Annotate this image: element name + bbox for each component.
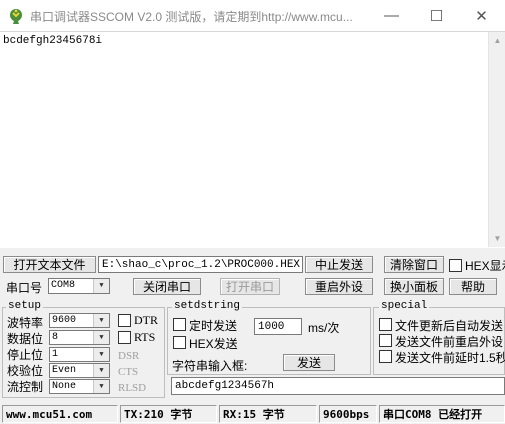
auto-send-checkbox[interactable] (379, 318, 392, 331)
interval-unit: ms/次 (308, 321, 340, 335)
close-button[interactable]: ✕ (459, 0, 504, 31)
dtr-label: DTR (134, 313, 158, 327)
stop-bits-select[interactable]: 1 ▼ (49, 347, 110, 362)
auto-send-label: 文件更新后自动发送 (395, 319, 504, 333)
help-button[interactable]: 帮助 (449, 278, 497, 295)
close-icon: ✕ (475, 7, 488, 25)
received-text: bcdefgh2345678i (3, 35, 103, 47)
rlsd-label: RLSD (118, 382, 147, 394)
reset-before-send-checkbox[interactable] (379, 334, 392, 347)
maximize-icon: ☐ (429, 7, 444, 25)
reset-before-send-label: 发送文件前重启外设 (395, 335, 504, 349)
chevron-down-icon[interactable]: ▼ (93, 279, 109, 293)
minimize-button[interactable]: — (369, 0, 414, 31)
rts-label: RTS (134, 330, 156, 344)
send-string-input[interactable]: abcdefg1234567h (171, 377, 505, 395)
small-panel-button[interactable]: 换小面板 (384, 278, 444, 295)
open-file-button[interactable]: 打开文本文件 (3, 256, 96, 273)
window-title: 串口调试器SSCOM V2.0 测试版，请定期到http://www.mcu..… (30, 10, 353, 24)
send-button[interactable]: 发送 (283, 354, 335, 371)
dsr-label: DSR (118, 350, 140, 362)
port-value: COM8 (51, 280, 76, 291)
flow-control-select[interactable]: None ▼ (49, 379, 110, 394)
vertical-scrollbar[interactable]: ▲ ▼ (488, 32, 505, 247)
parity-value: Even (52, 365, 77, 376)
chevron-down-icon[interactable]: ▼ (93, 314, 109, 327)
setup-title: setup (6, 300, 44, 312)
scroll-down-icon[interactable]: ▼ (489, 230, 505, 247)
stop-send-button[interactable]: 中止发送 (305, 256, 373, 273)
dtr-checkbox[interactable] (118, 314, 131, 327)
maximize-button[interactable]: ☐ (414, 0, 459, 31)
status-baud: 9600bps (319, 405, 377, 423)
chevron-down-icon[interactable]: ▼ (93, 380, 109, 393)
delay-before-send-checkbox[interactable] (379, 350, 392, 363)
status-site: www.mcu51.com (2, 405, 118, 423)
baud-select[interactable]: 9600 ▼ (49, 313, 110, 328)
baud-label: 波特率 (7, 316, 44, 330)
port-label: 串口号 (6, 281, 43, 295)
rts-checkbox[interactable] (118, 331, 131, 344)
data-bits-value: 8 (52, 332, 59, 343)
hex-send-label: HEX发送 (189, 337, 238, 351)
port-select[interactable]: COM8 ▼ (48, 278, 110, 294)
app-icon (10, 9, 22, 24)
hex-display-checkbox[interactable] (449, 259, 462, 272)
special-title: special (379, 300, 430, 312)
chevron-down-icon[interactable]: ▼ (93, 331, 109, 344)
hex-send-checkbox[interactable] (173, 336, 186, 349)
hex-display-label: HEX显示 (465, 259, 505, 273)
status-bar: www.mcu51.com TX:210 字节 RX:15 字节 9600bps… (0, 403, 505, 424)
cts-label: CTS (118, 366, 139, 378)
parity-select[interactable]: Even ▼ (49, 363, 110, 378)
status-port: 串口COM8 已经打开 (379, 405, 505, 423)
close-port-button[interactable]: 关闭串口 (133, 278, 201, 295)
baud-value: 9600 (52, 315, 77, 326)
interval-input[interactable]: 1000 (254, 318, 302, 335)
receive-area[interactable]: bcdefgh2345678i ▲ ▼ (0, 31, 505, 248)
data-bits-label: 数据位 (7, 332, 44, 346)
minimize-icon: — (384, 7, 399, 24)
flow-control-label: 流控制 (7, 380, 44, 394)
chevron-down-icon[interactable]: ▼ (93, 348, 109, 361)
reset-device-button[interactable]: 重启外设 (305, 278, 373, 295)
stop-bits-label: 停止位 (7, 348, 44, 362)
timed-send-label: 定时发送 (189, 319, 238, 333)
clear-window-button[interactable]: 清除窗口 (384, 256, 444, 273)
string-input-label: 字符串输入框: (172, 359, 248, 373)
chevron-down-icon[interactable]: ▼ (93, 364, 109, 377)
data-bits-select[interactable]: 8 ▼ (49, 330, 110, 345)
scroll-up-icon[interactable]: ▲ (489, 32, 505, 49)
status-tx: TX:210 字节 (120, 405, 217, 423)
open-port-button[interactable]: 打开串口 (220, 278, 280, 295)
stop-bits-value: 1 (52, 349, 59, 360)
file-path-field[interactable]: E:\shao_c\proc_1.2\PROC000.HEX (98, 256, 303, 273)
title-bar: 串口调试器SSCOM V2.0 测试版，请定期到http://www.mcu..… (0, 0, 505, 31)
setdstring-title: setdstring (172, 300, 243, 312)
flow-control-value: None (52, 381, 77, 392)
parity-label: 校验位 (7, 364, 44, 378)
delay-before-send-label: 发送文件前延时1.5秒 (395, 351, 505, 365)
status-rx: RX:15 字节 (219, 405, 317, 423)
timed-send-checkbox[interactable] (173, 318, 186, 331)
